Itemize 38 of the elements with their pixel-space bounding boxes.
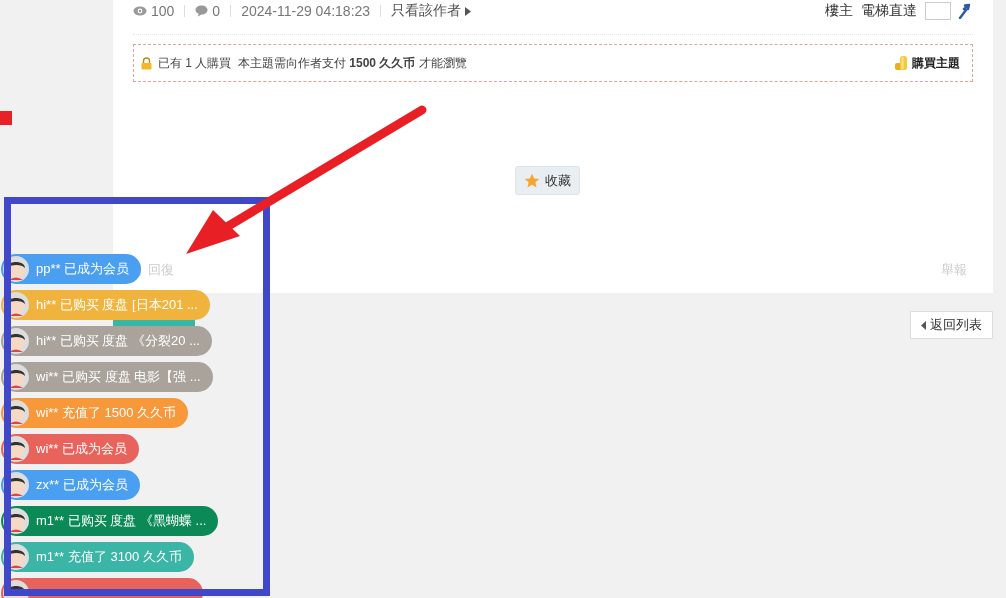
avatar-icon (3, 256, 29, 282)
avatar-icon (3, 328, 29, 354)
paywall-text: 已有 1 人購買 本主題需向作者支付 1500 久久币 才能瀏覽 (158, 54, 467, 72)
favorite-button[interactable]: 收藏 (514, 166, 580, 195)
notification-text: m1** 充值了 3100 久久币 (36, 548, 182, 566)
caret-icon (921, 320, 926, 330)
side-marker (0, 111, 12, 125)
notification-text: m1** 已购买 度盘 《黑蝴蝶 ... (36, 512, 207, 530)
jump-label: 電梯直達 (861, 2, 917, 20)
avatar-icon (3, 400, 29, 426)
jump-arrow-icon[interactable] (957, 3, 973, 19)
reply-count: 0 (212, 3, 221, 19)
comment-icon (195, 5, 209, 17)
notification-text: hi** 已购买 度盘 [日本201 ... (36, 296, 198, 314)
floor-input[interactable] (925, 2, 951, 20)
buy-topic-link[interactable]: 購買主題 (894, 54, 960, 72)
avatar-icon (3, 292, 29, 318)
notification-text: wi** 已成为会员 (36, 440, 127, 458)
avatar-icon (3, 472, 29, 498)
notification-text: zx** 已成为会员 (36, 476, 128, 494)
back-to-list-button[interactable]: 返回列表 (910, 311, 993, 339)
post-date: 2024-11-29 04:18:23 (241, 3, 371, 19)
notification-text: pp** 已成为会员 (36, 260, 130, 278)
notification-text: wi** 已购买 度盘 电影【强 ... (36, 368, 201, 386)
coins-icon (894, 55, 910, 71)
notification-text: hi** 已购买 度盘 《分裂20 ... (36, 332, 200, 350)
avatar-icon (3, 508, 29, 534)
eye-icon (133, 6, 147, 16)
star-icon (523, 172, 540, 189)
view-count: 100 (151, 3, 175, 19)
notification-text: wi** 充值了 1500 久久币 (36, 404, 177, 422)
avatar-icon (3, 544, 29, 570)
avatar-icon (3, 436, 29, 462)
lock-icon (141, 56, 152, 70)
avatar-icon (3, 364, 29, 390)
author-only-link[interactable]: 只看該作者 (391, 2, 462, 20)
caret-icon (465, 6, 472, 16)
floor-label: 樓主 (825, 2, 853, 20)
